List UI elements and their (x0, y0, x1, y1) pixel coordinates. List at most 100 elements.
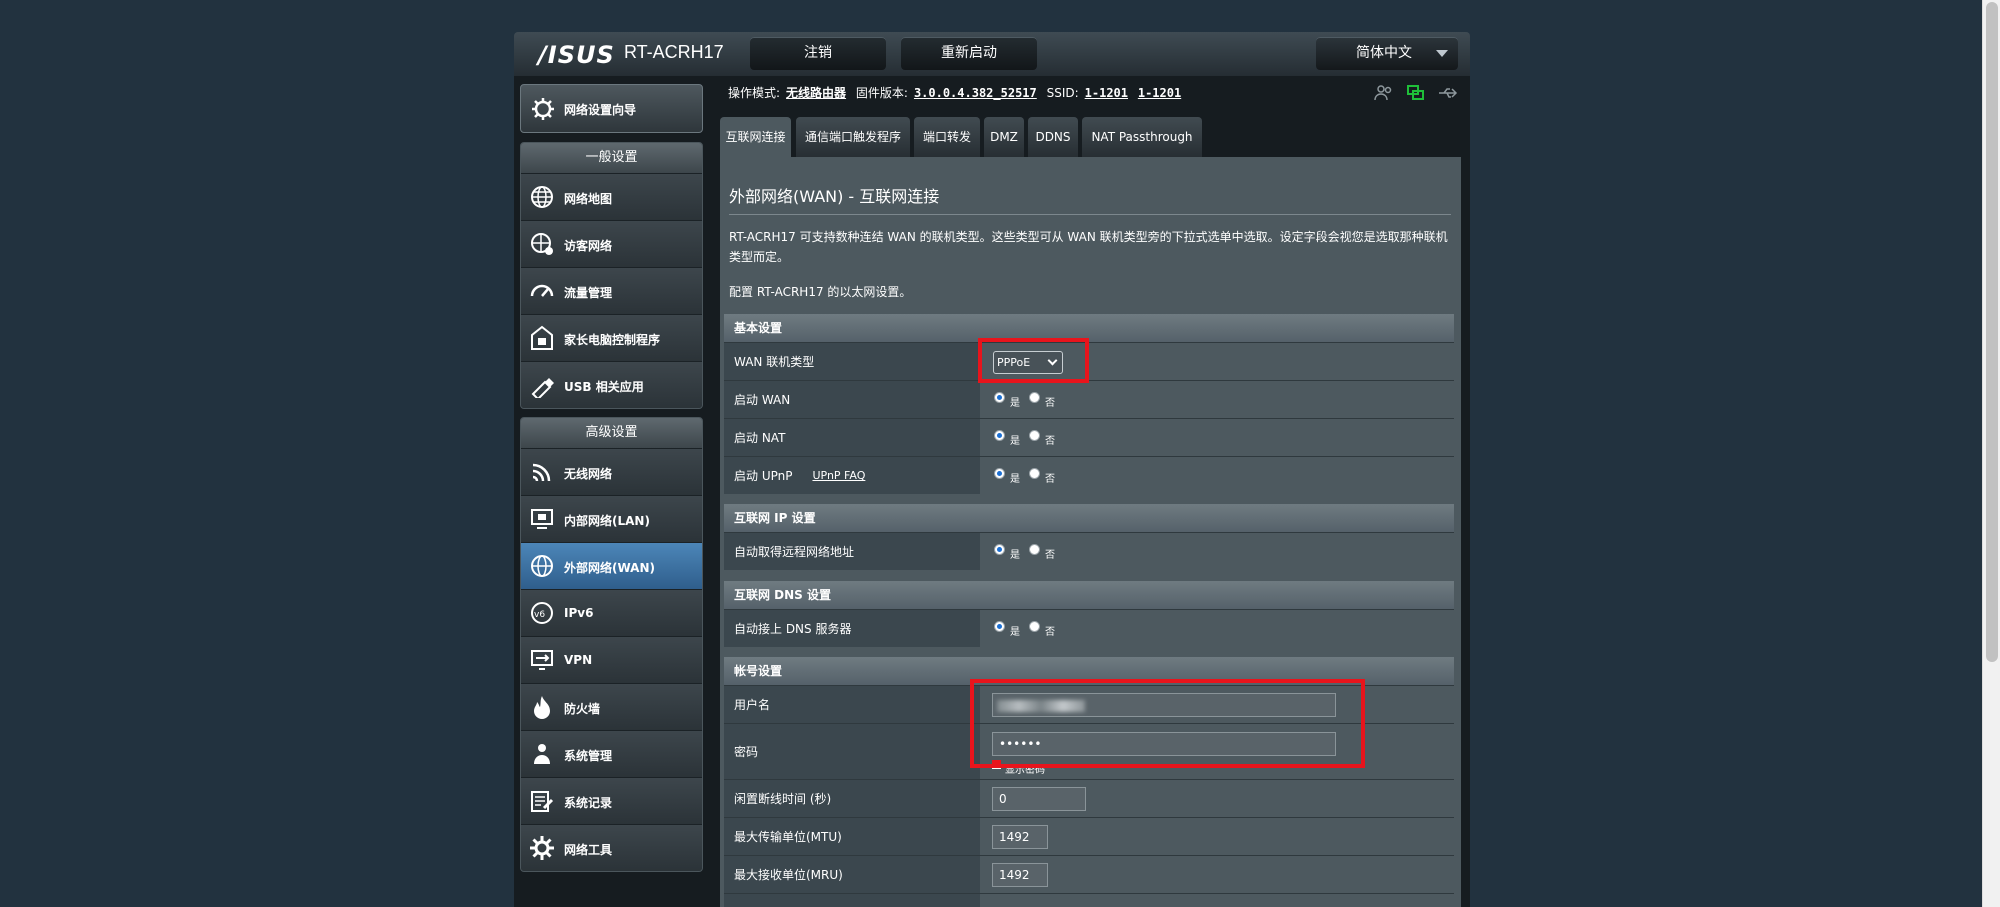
auto-dns-yes-radio[interactable] (994, 621, 1005, 632)
enable-wan-yes-radio[interactable] (994, 392, 1005, 403)
reboot-button[interactable]: 重新启动 (901, 37, 1037, 70)
sidebar-item-label: 访客网络 (564, 239, 613, 253)
network-status-icon[interactable] (1406, 84, 1426, 102)
vpn-monitor-icon (531, 650, 553, 670)
mtu-label: 最大传输单位(MTU) (724, 818, 980, 855)
svg-text:v6: v6 (534, 610, 545, 620)
op-mode-link[interactable]: 无线路由器 (786, 86, 846, 100)
globe-icon (531, 555, 553, 577)
tab-port-trigger[interactable]: 通信端口触发程序 (796, 117, 910, 157)
general-settings-group: 一般设置 网络地图 访客网络 流量管理 家长电脑控制程序 USB 相关应用 (520, 142, 703, 409)
mru-input[interactable]: 1492 (992, 863, 1048, 887)
lan-port-icon (531, 509, 553, 529)
sidebar-item-label: 无线网络 (564, 467, 613, 481)
highlight-account-fields (970, 679, 1365, 768)
enable-wan-label: 启动 WAN (724, 381, 980, 418)
users-icon[interactable] (1374, 84, 1394, 102)
enable-nat-label: 启动 NAT (724, 419, 980, 456)
usb-icon[interactable] (1438, 84, 1458, 102)
sidebar-item-label: 网络地图 (564, 192, 613, 206)
language-select[interactable]: 简体中文 (1316, 37, 1458, 70)
mtu-input[interactable]: 1492 (992, 825, 1048, 849)
wifi-icon (532, 463, 551, 482)
highlight-wan-type (978, 338, 1089, 383)
enable-upnp-text: 启动 UPnP (734, 469, 793, 483)
sidebar-item-syslog[interactable]: 系统记录 (521, 777, 702, 824)
enable-upnp-yes-radio[interactable] (994, 468, 1005, 479)
sidebar-item-label: 网络工具 (564, 843, 613, 857)
lock-house-icon (531, 325, 553, 350)
sidebar-item-label: VPN (564, 653, 593, 667)
sidebar-item-ipv6[interactable]: v6 IPv6 (521, 589, 702, 636)
password-label: 密码 (724, 724, 980, 779)
auto-ip-no-radio[interactable] (1029, 544, 1040, 555)
yes-label: 是 (1010, 550, 1020, 561)
idle-timeout-input[interactable]: 0 (992, 787, 1086, 811)
tab-dmz[interactable]: DMZ (984, 117, 1024, 157)
wan-type-label: WAN 联机类型 (724, 343, 980, 380)
ssid-link-1[interactable]: 1-1201 (1085, 86, 1128, 100)
enable-upnp-no-radio[interactable] (1029, 468, 1040, 479)
row-idle-timeout: 闲置断线时间 (秒) 0 (724, 779, 1454, 817)
sidebar-item-label: 家长电脑控制程序 (564, 333, 661, 347)
router-model: RT-ACRH17 (624, 42, 724, 62)
status-bar: 操作模式: 无线路由器 固件版本: 3.0.0.4.382_52517 SSID: 1… (728, 84, 1187, 101)
row-wan-type: WAN 联机类型 PPPoE (724, 342, 1454, 380)
yes-label: 是 (1010, 436, 1020, 447)
sidebar-item-firewall[interactable]: 防火墙 (521, 683, 702, 730)
auto-dns-no-radio[interactable] (1029, 621, 1040, 632)
chevron-down-icon (1436, 50, 1448, 57)
sidebar-item-parental[interactable]: 家长电脑控制程序 (521, 314, 702, 361)
yes-label: 是 (1010, 627, 1020, 638)
tab-nat-passthrough[interactable]: NAT Passthrough (1082, 117, 1202, 157)
row-enable-nat: 启动 NAT 是 否 (724, 418, 1454, 456)
sidebar-item-administration[interactable]: 系统管理 (521, 730, 702, 777)
sidebar-item-vpn[interactable]: VPN (521, 636, 702, 683)
upnp-faq-link[interactable]: UPnP FAQ (812, 469, 865, 482)
row-partial (724, 893, 1454, 907)
no-label: 否 (1045, 627, 1055, 638)
row-auto-dns: 自动接上 DNS 服务器 是 否 (724, 609, 1454, 647)
sidebar-item-traffic[interactable]: 流量管理 (521, 267, 702, 314)
ssid-link-2[interactable]: 1-1201 (1138, 86, 1181, 100)
person-gear-icon (534, 744, 550, 764)
quick-setup-label: 网络设置向导 (564, 103, 637, 117)
enable-nat-yes-radio[interactable] (994, 430, 1005, 441)
logout-button[interactable]: 注销 (750, 37, 886, 70)
language-value: 简体中文 (1356, 45, 1412, 61)
fire-icon (534, 696, 550, 719)
sidebar-item-label: 系统记录 (564, 796, 613, 810)
enable-nat-no-radio[interactable] (1029, 430, 1040, 441)
sidebar-item-usb[interactable]: USB 相关应用 (521, 361, 702, 408)
sidebar-item-wan[interactable]: 外部网络(WAN) (521, 542, 702, 589)
tab-internet-connection[interactable]: 互联网连接 (720, 117, 791, 157)
quick-setup-button[interactable]: 网络设置向导 (520, 84, 703, 133)
enable-upnp-label: 启动 UPnP UPnP FAQ (724, 457, 980, 494)
auto-dns-label: 自动接上 DNS 服务器 (724, 610, 980, 647)
section-dns-settings: 互联网 DNS 设置 (724, 581, 1454, 609)
sidebar-item-wireless[interactable]: 无线网络 (521, 448, 702, 495)
auto-ip-label: 自动取得远程网络地址 (724, 533, 980, 570)
row-mru: 最大接收单位(MRU) 1492 (724, 855, 1454, 893)
sidebar-item-network-tools[interactable]: 网络工具 (521, 824, 702, 871)
no-label: 否 (1045, 436, 1055, 447)
firmware-link[interactable]: 3.0.0.4.382_52517 (914, 86, 1037, 100)
scrollbar-thumb[interactable] (1986, 2, 1998, 662)
tab-port-forwarding[interactable]: 端口转发 (914, 117, 980, 157)
section-basic-settings: 基本设置 (724, 314, 1454, 342)
enable-wan-no-radio[interactable] (1029, 392, 1040, 403)
sidebar-item-guest-network[interactable]: 访客网络 (521, 220, 702, 267)
tab-ddns[interactable]: DDNS (1028, 117, 1078, 157)
wizard-icon (532, 98, 554, 120)
row-mtu: 最大传输单位(MTU) 1492 (724, 817, 1454, 855)
page-scrollbar[interactable] (1982, 0, 2000, 907)
sidebar-item-network-map[interactable]: 网络地图 (521, 173, 702, 220)
yes-label: 是 (1010, 474, 1020, 485)
advanced-settings-title: 高级设置 (521, 418, 702, 448)
auto-ip-yes-radio[interactable] (994, 544, 1005, 555)
status-icons (1374, 84, 1465, 106)
row-enable-wan: 启动 WAN 是 否 (724, 380, 1454, 418)
sidebar-item-lan[interactable]: 内部网络(LAN) (521, 495, 702, 542)
yes-label: 是 (1010, 398, 1020, 409)
ipv6-globe-icon: v6 (531, 602, 553, 624)
